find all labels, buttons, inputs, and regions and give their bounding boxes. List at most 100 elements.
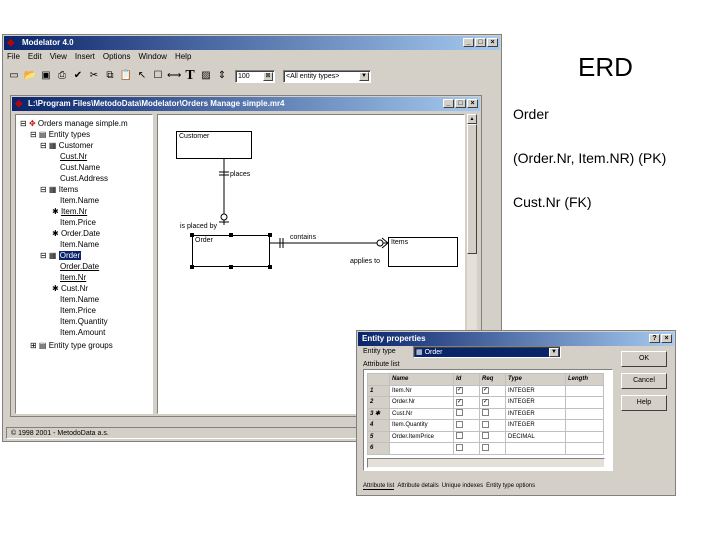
col-header-id[interactable]: Id [453, 373, 480, 386]
tree-attr[interactable]: Item.Price [60, 306, 96, 316]
tab-entity-type-options[interactable]: Entity type options [486, 483, 535, 490]
entity-items[interactable]: Items [388, 237, 458, 267]
text-tool-icon[interactable]: T [183, 69, 197, 83]
table-row[interactable]: 2 Order.Nr ✓ ✓ INTEGER [367, 396, 604, 409]
attr-type-cell[interactable]: INTEGER [505, 407, 566, 420]
doc-close-button[interactable]: × [467, 99, 478, 108]
chevron-down-icon[interactable]: ▼ [359, 71, 369, 81]
req-checkbox[interactable] [482, 443, 489, 451]
attribute-horizontal-scrollbar[interactable] [367, 458, 605, 468]
tab-attribute-list[interactable]: Attribute list [363, 483, 395, 490]
attr-name-cell[interactable]: Order.Nr [389, 396, 454, 409]
copy-icon[interactable]: ⧉ [103, 69, 117, 83]
entity-box-icon[interactable]: ☐ [151, 69, 165, 83]
resize-icon[interactable]: ⇕ [215, 69, 229, 83]
req-checkbox[interactable]: ✓ [482, 387, 489, 395]
tree-attr[interactable]: Item.Price [60, 218, 96, 228]
paste-icon[interactable]: 📋 [119, 69, 133, 83]
attr-name-cell[interactable]: Cust.Nr [389, 407, 454, 420]
attr-name-cell[interactable]: Order.ItemPrice [389, 430, 454, 443]
attr-name-cell[interactable]: Item.Quantity [389, 419, 454, 432]
col-header-name[interactable]: Name [389, 373, 454, 386]
req-checkbox[interactable] [482, 420, 489, 428]
attr-type-cell[interactable]: DECIMAL [505, 430, 566, 443]
zoom-field[interactable]: 100 ⊠ [235, 69, 275, 83]
tab-unique-indexes[interactable]: Unique indexes [442, 483, 483, 490]
menu-help[interactable]: Help [175, 52, 191, 64]
dialog-titlebar[interactable]: Entity properties ? × [358, 332, 674, 346]
selection-handle[interactable] [229, 233, 233, 237]
tree-attr[interactable]: ✱ Item.Nr [52, 207, 87, 217]
minimize-button[interactable]: _ [463, 38, 474, 47]
print-icon[interactable]: ⎙ [55, 69, 69, 83]
col-header-req[interactable]: Req [479, 373, 506, 386]
attr-length-cell[interactable] [565, 407, 604, 420]
menu-view[interactable]: View [50, 52, 67, 64]
selection-handle[interactable] [190, 233, 194, 237]
table-row[interactable]: 5 Order.ItemPrice DECIMAL [367, 430, 604, 443]
dialog-close-button[interactable]: × [661, 334, 672, 343]
document-titlebar[interactable]: ✥ L:\Program Files\MetodoData\Modelator\… [12, 97, 480, 111]
selection-handle[interactable] [229, 265, 233, 269]
tree-attr[interactable]: Cust.Name [60, 163, 100, 173]
open-folder-icon[interactable]: 📂 [23, 69, 37, 83]
menu-options[interactable]: Options [103, 52, 131, 64]
attr-type-cell[interactable]: INTEGER [505, 419, 566, 432]
tree-entity-types[interactable]: ⊟ ▤ Entity types [30, 130, 90, 140]
id-checkbox[interactable] [456, 432, 463, 440]
selection-handle[interactable] [190, 265, 194, 269]
attr-type-cell[interactable]: INTEGER [505, 384, 566, 397]
tree-entity-customer[interactable]: ⊟ ▦ Customer [40, 141, 93, 151]
zoom-apply-icon[interactable]: ⊠ [263, 71, 273, 81]
id-checkbox[interactable]: ✓ [456, 398, 463, 406]
tree-attr[interactable]: Cust.Nr [60, 152, 87, 162]
tree-entity-items[interactable]: ⊟ ▦ Items [40, 185, 78, 195]
req-checkbox[interactable] [482, 432, 489, 440]
menu-file[interactable]: File [7, 52, 20, 64]
doc-minimize-button[interactable]: _ [443, 99, 454, 108]
tree-root[interactable]: ⊟ ✥ Orders manage simple.m [20, 119, 128, 129]
tree-attr[interactable]: ✱ Cust.Nr [52, 284, 88, 294]
check-icon[interactable]: ✔ [71, 69, 85, 83]
id-checkbox[interactable] [456, 420, 463, 428]
menu-edit[interactable]: Edit [28, 52, 42, 64]
tree-attr[interactable]: Order.Date [60, 262, 99, 272]
tree-attr[interactable]: Item.Name [60, 240, 99, 250]
maximize-button[interactable]: □ [475, 38, 486, 47]
dialog-help-icon[interactable]: ? [649, 334, 660, 343]
close-button[interactable]: × [487, 38, 498, 47]
tree-attr[interactable]: Item.Name [60, 196, 99, 206]
scroll-up-icon[interactable]: ▲ [467, 114, 477, 124]
table-row[interactable]: 3 ✱ Cust.Nr INTEGER [367, 407, 604, 420]
table-row[interactable]: 1 Item.Nr ✓ ✓ INTEGER [367, 384, 604, 397]
tree-entity-order[interactable]: ⊟ ▦ Order [40, 251, 82, 261]
save-icon[interactable]: ▣ [39, 69, 53, 83]
attr-type-cell[interactable]: INTEGER [505, 396, 566, 409]
tree-attr[interactable]: Item.Name [60, 295, 99, 305]
selection-handle[interactable] [268, 233, 272, 237]
selection-handle[interactable] [268, 265, 272, 269]
doc-maximize-button[interactable]: □ [455, 99, 466, 108]
entity-filter-select[interactable]: <All entity types> ▼ [283, 69, 371, 83]
req-checkbox[interactable] [482, 409, 489, 417]
id-checkbox[interactable] [456, 409, 463, 417]
tree-attr[interactable]: Item.Nr [60, 273, 86, 283]
col-header-length[interactable]: Length [565, 373, 604, 386]
attr-length-cell[interactable] [565, 419, 604, 432]
tree-attr[interactable]: Cust.Address [60, 174, 108, 184]
tree-entity-type-groups[interactable]: ⊞ ▤ Entity type groups [30, 341, 113, 351]
entity-type-select[interactable]: ▦ Order ▼ [413, 346, 561, 358]
pointer-icon[interactable]: ↖ [135, 69, 149, 83]
attr-length-cell[interactable] [565, 384, 604, 397]
entity-customer[interactable]: Customer [176, 131, 252, 159]
relationship-icon[interactable]: ⟷ [167, 69, 181, 83]
attr-length-cell[interactable] [565, 396, 604, 409]
col-header-type[interactable]: Type [505, 373, 566, 386]
entity-order[interactable]: Order [192, 235, 270, 267]
tree-attr[interactable]: Item.Amount [60, 328, 105, 338]
menu-window[interactable]: Window [138, 52, 166, 64]
menu-insert[interactable]: Insert [75, 52, 95, 64]
attr-length-cell[interactable] [565, 442, 604, 455]
cancel-button[interactable]: Cancel [621, 373, 667, 389]
req-checkbox[interactable]: ✓ [482, 398, 489, 406]
